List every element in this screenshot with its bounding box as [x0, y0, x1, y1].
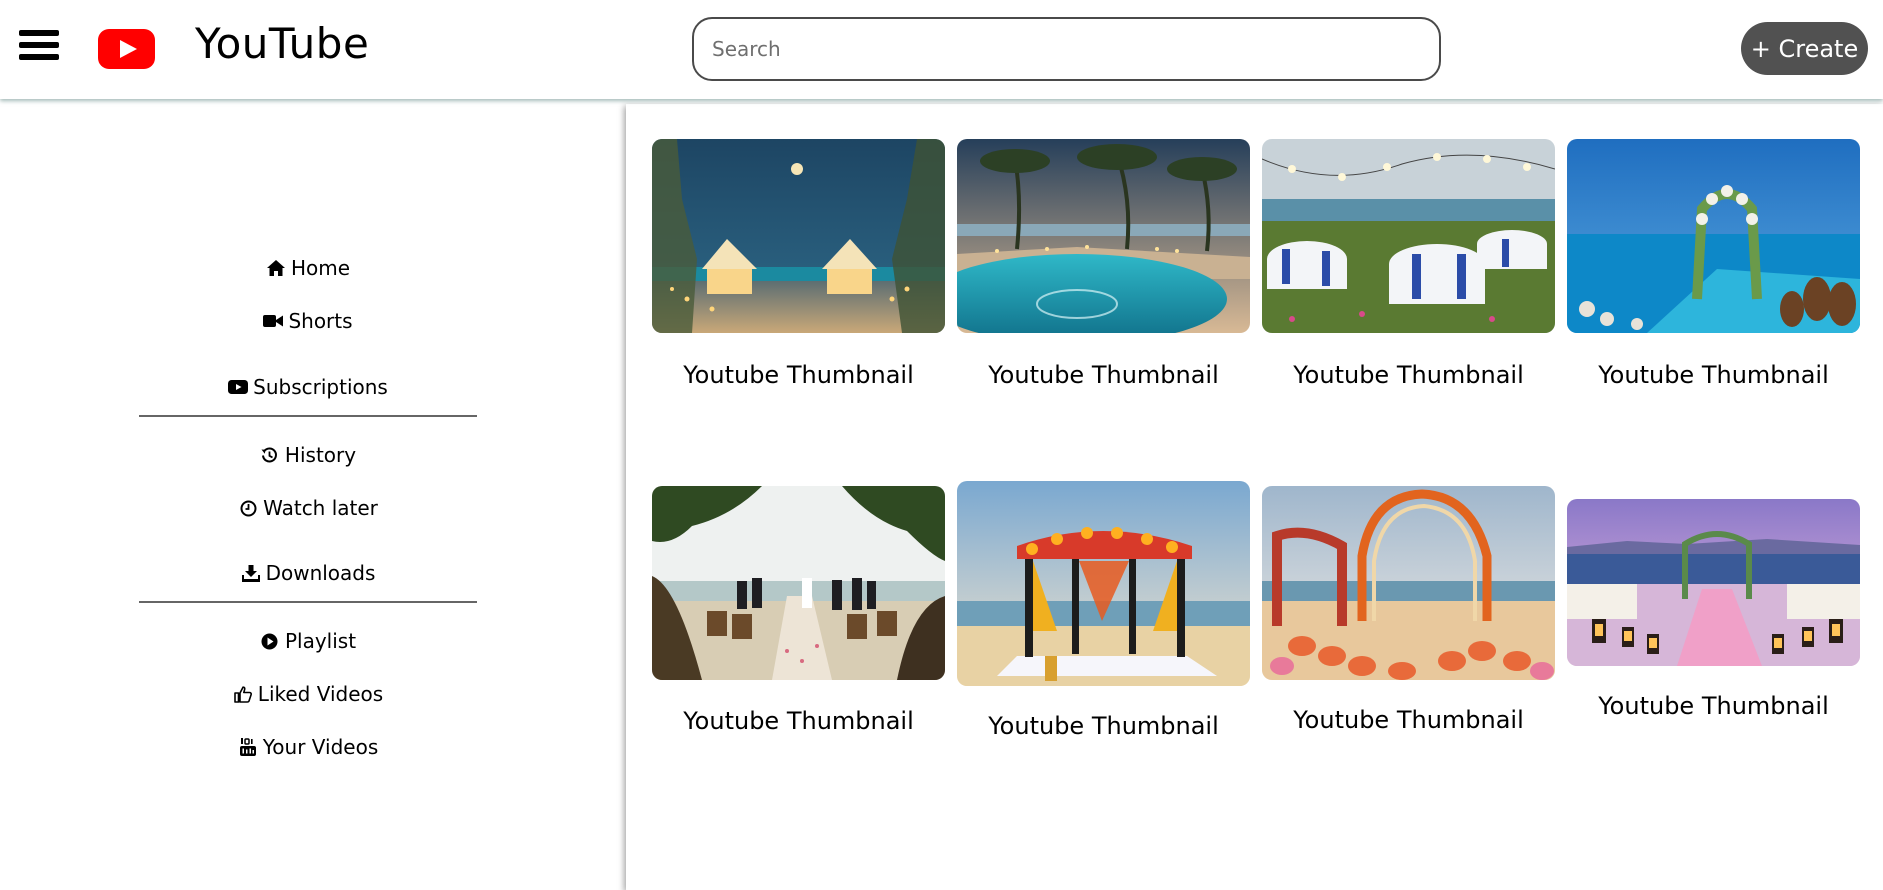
- video-title[interactable]: Youtube Thumbnail: [652, 360, 945, 390]
- sidebar-item-your-videos[interactable]: Your Videos: [0, 730, 616, 764]
- video-title[interactable]: Youtube Thumbnail: [1262, 705, 1555, 735]
- sidebar-item-subscriptions[interactable]: Subscriptions: [0, 370, 616, 404]
- sidebar: Home Shorts Subscriptions History Watch …: [0, 99, 616, 890]
- download-icon: [241, 563, 261, 583]
- video-title[interactable]: Youtube Thumbnail: [957, 360, 1250, 390]
- sidebar-item-label: Shorts: [288, 309, 353, 333]
- video-thumbnail[interactable]: [652, 486, 945, 680]
- sidebar-item-label: History: [284, 443, 357, 467]
- create-button[interactable]: + Create: [1741, 22, 1868, 75]
- sidebar-item-liked-videos[interactable]: Liked Videos: [0, 677, 616, 711]
- thumbs-up-icon: [233, 684, 253, 704]
- sidebar-item-label: Downloads: [265, 561, 376, 585]
- clock-icon: [238, 498, 258, 518]
- sidebar-item-shorts[interactable]: Shorts: [0, 304, 616, 338]
- video-title[interactable]: Youtube Thumbnail: [652, 706, 945, 736]
- youtube-logo-icon[interactable]: [98, 29, 155, 69]
- video-thumbnail[interactable]: [652, 139, 945, 333]
- play-circle-icon: [260, 631, 280, 651]
- sidebar-item-playlist[interactable]: Playlist: [0, 624, 616, 658]
- home-icon: [266, 258, 286, 278]
- video-camera-icon: [263, 311, 284, 331]
- youtube-square-icon: [238, 737, 258, 757]
- video-title[interactable]: Youtube Thumbnail: [957, 711, 1250, 741]
- brand-title[interactable]: YouTube: [195, 19, 369, 69]
- search-input[interactable]: [692, 17, 1441, 81]
- sidebar-divider: [139, 415, 477, 417]
- sidebar-item-label: Subscriptions: [253, 375, 388, 399]
- sidebar-item-label: Watch later: [263, 496, 378, 520]
- sidebar-item-downloads[interactable]: Downloads: [0, 556, 616, 590]
- sidebar-item-watch-later[interactable]: Watch later: [0, 491, 616, 525]
- sidebar-item-label: Liked Videos: [257, 682, 384, 706]
- sidebar-item-home[interactable]: Home: [0, 251, 616, 285]
- video-thumbnail[interactable]: [1567, 139, 1860, 333]
- sidebar-item-label: Playlist: [284, 629, 357, 653]
- video-title[interactable]: Youtube Thumbnail: [1567, 360, 1860, 390]
- youtube-icon: [228, 377, 249, 397]
- video-title[interactable]: Youtube Thumbnail: [1567, 691, 1860, 721]
- history-icon: [260, 445, 280, 465]
- sidebar-item-history[interactable]: History: [0, 438, 616, 472]
- sidebar-divider: [139, 601, 477, 603]
- menu-icon[interactable]: [19, 30, 59, 60]
- video-thumbnail[interactable]: [957, 481, 1250, 686]
- video-title[interactable]: Youtube Thumbnail: [1262, 360, 1555, 390]
- video-thumbnail[interactable]: [1262, 139, 1555, 333]
- video-thumbnail[interactable]: [1262, 486, 1555, 680]
- sidebar-item-label: Home: [290, 256, 351, 280]
- video-thumbnail[interactable]: [957, 139, 1250, 333]
- video-grid: Youtube Thumbnail Youtube Thumbnail Yout…: [626, 104, 1883, 890]
- top-header: YouTube + Create: [0, 0, 1883, 99]
- sidebar-item-label: Your Videos: [262, 735, 379, 759]
- video-thumbnail[interactable]: [1567, 499, 1860, 666]
